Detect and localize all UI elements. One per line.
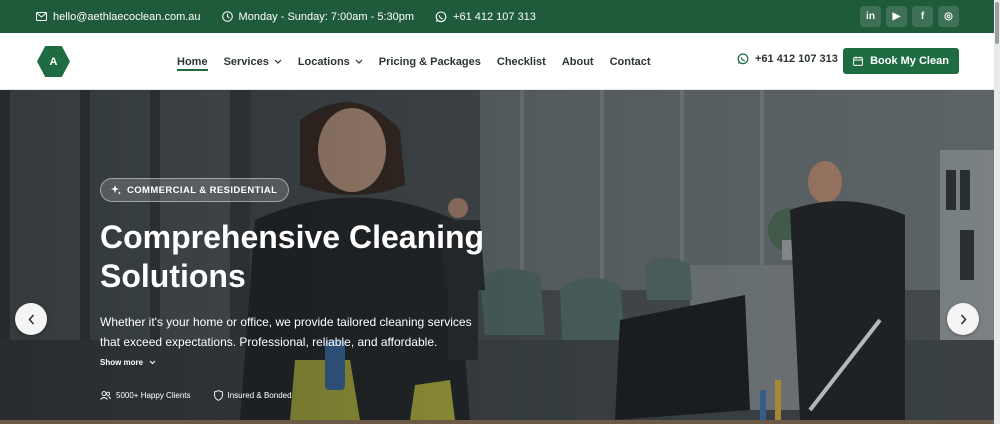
chevron-left-icon bbox=[27, 313, 34, 325]
whatsapp-icon bbox=[737, 53, 749, 65]
hero-badge-text: COMMERCIAL & RESIDENTIAL bbox=[127, 184, 278, 196]
nav-item-checklist[interactable]: Checklist bbox=[497, 33, 546, 90]
insured-stat: Insured & Bonded bbox=[213, 390, 292, 401]
linkedin-icon[interactable]: in bbox=[860, 6, 881, 27]
instagram-icon[interactable]: ◎ bbox=[938, 6, 959, 27]
main-navigation: A Home Services Locations Pricing & Pack… bbox=[0, 33, 994, 90]
clock-icon bbox=[221, 11, 233, 22]
topbar-phone-link[interactable]: +61 412 107 313 bbox=[435, 11, 536, 23]
next-section-edge bbox=[0, 420, 994, 424]
nav-item-home[interactable]: Home bbox=[177, 33, 208, 90]
hero-badge: COMMERCIAL & RESIDENTIAL bbox=[100, 178, 290, 202]
mail-icon bbox=[36, 12, 47, 21]
happy-clients-text: 5000+ Happy Clients bbox=[116, 391, 191, 400]
nav-phone-link[interactable]: +61 412 107 313 bbox=[737, 53, 838, 65]
whatsapp-icon bbox=[435, 10, 447, 22]
page-scrollbar[interactable] bbox=[994, 0, 1000, 424]
nav-item-pricing[interactable]: Pricing & Packages bbox=[379, 33, 481, 90]
hero-description: Whether it's your home or office, we pro… bbox=[100, 312, 480, 352]
nav-item-label: Home bbox=[177, 55, 208, 68]
nav-item-label: Services bbox=[223, 55, 269, 68]
slider-next-button[interactable] bbox=[947, 303, 979, 335]
nav-phone-text: +61 412 107 313 bbox=[755, 53, 838, 65]
hours-text: Monday - Sunday: 7:00am - 5:30pm bbox=[238, 10, 415, 23]
slider-prev-button[interactable] bbox=[15, 303, 47, 335]
nav-item-about[interactable]: About bbox=[562, 33, 594, 90]
nav-item-label: Locations bbox=[297, 55, 350, 68]
hero-description-line-2: that exceed expectations. Professional, … bbox=[100, 335, 438, 349]
email-link[interactable]: hello@aethlaecoclean.com.au bbox=[36, 11, 201, 23]
insured-text: Insured & Bonded bbox=[227, 391, 292, 400]
contact-info: hello@aethlaecoclean.com.au Monday - Sun… bbox=[36, 11, 557, 23]
hero-description-line-1: Whether it's your home or office, we pro… bbox=[100, 315, 472, 329]
nav-menu: Home Services Locations Pricing & Packag… bbox=[177, 33, 667, 90]
nav-item-label: Pricing & Packages bbox=[378, 55, 481, 68]
nav-item-label: Contact bbox=[609, 55, 651, 68]
hero-title-line-2: Solutions bbox=[100, 258, 246, 294]
opening-hours: Monday - Sunday: 7:00am - 5:30pm bbox=[221, 10, 415, 23]
site-logo[interactable]: A bbox=[37, 45, 70, 78]
nav-item-label: Checklist bbox=[496, 55, 546, 68]
show-more-label: Show more bbox=[100, 358, 144, 367]
topbar-phone-text: +61 412 107 313 bbox=[453, 10, 536, 23]
nav-item-locations[interactable]: Locations bbox=[298, 33, 363, 90]
hero-title-line-1: Comprehensive Cleaning bbox=[100, 219, 485, 255]
book-my-clean-button[interactable]: Book My Clean bbox=[843, 48, 959, 74]
nav-item-services[interactable]: Services bbox=[224, 33, 282, 90]
chevron-down-icon bbox=[149, 360, 156, 365]
hero-slider: COMMERCIAL & RESIDENTIAL Comprehensive C… bbox=[0, 90, 994, 420]
hero-title: Comprehensive Cleaning Solutions bbox=[100, 218, 520, 296]
social-links: in ▶ f ◎ bbox=[855, 6, 959, 27]
scrollbar-thumb[interactable] bbox=[995, 2, 999, 44]
show-more-button[interactable]: Show more bbox=[100, 358, 156, 367]
nav-item-label: About bbox=[561, 55, 594, 68]
facebook-icon[interactable]: f bbox=[912, 6, 933, 27]
youtube-icon[interactable]: ▶ bbox=[886, 6, 907, 27]
book-button-label: Book My Clean bbox=[870, 55, 949, 67]
chevron-down-icon bbox=[355, 59, 363, 64]
hero-stats: 5000+ Happy Clients Insured & Bonded bbox=[100, 390, 315, 401]
top-info-bar: hello@aethlaecoclean.com.au Monday - Sun… bbox=[0, 0, 994, 33]
nav-item-contact[interactable]: Contact bbox=[610, 33, 651, 90]
chevron-down-icon bbox=[274, 59, 282, 64]
chevron-right-icon bbox=[960, 313, 967, 325]
happy-clients-stat: 5000+ Happy Clients bbox=[100, 391, 191, 400]
users-icon bbox=[100, 391, 111, 400]
email-text: hello@aethlaecoclean.com.au bbox=[53, 10, 201, 23]
shield-icon bbox=[213, 390, 223, 401]
sparkle-icon bbox=[111, 185, 121, 195]
calendar-icon bbox=[853, 56, 863, 66]
